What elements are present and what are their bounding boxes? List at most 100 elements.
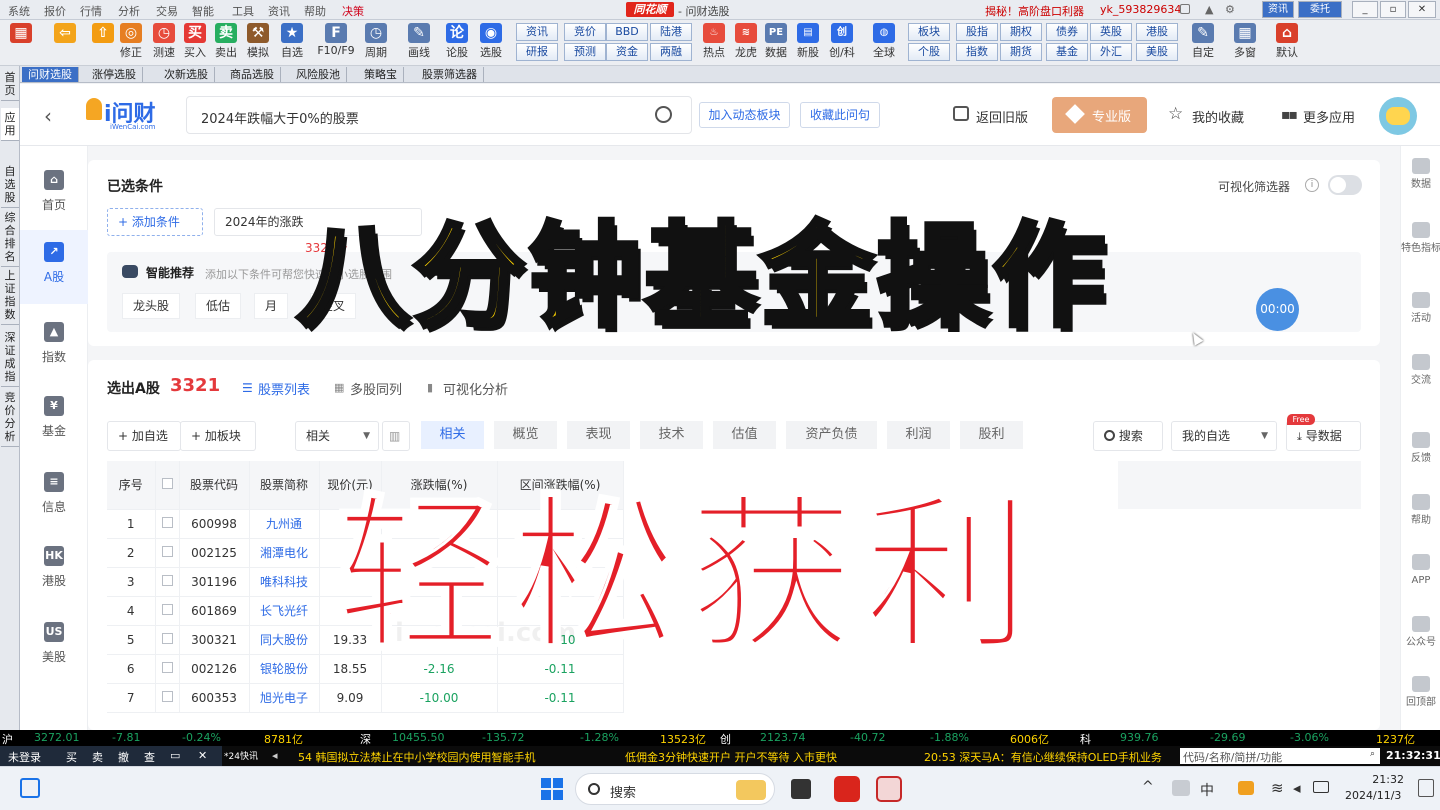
quick-button[interactable]: BBD xyxy=(606,23,648,41)
task-view-icon[interactable] xyxy=(791,779,811,799)
recommend-chip[interactable]: 低估 xyxy=(195,293,242,319)
module-tab[interactable]: 风险股池 xyxy=(290,67,347,82)
select-all-checkbox[interactable] xyxy=(161,477,173,489)
user-name[interactable]: yk_593829634 xyxy=(1100,3,1181,16)
toolbar-tool[interactable]: ✎ 自定 xyxy=(1186,22,1220,64)
add-condition-button[interactable]: + 添加条件 xyxy=(107,208,203,236)
stock-name-link[interactable]: 同大股份 xyxy=(249,625,320,655)
side-nav-港股[interactable]: HK 港股 xyxy=(20,546,88,589)
toolbar-tool[interactable]: 创创/科 xyxy=(826,22,858,64)
settings-icon[interactable]: ⚙ xyxy=(1225,3,1235,16)
window-icon[interactable]: ▭ xyxy=(170,749,180,762)
quick-button[interactable]: 英股 xyxy=(1090,23,1132,41)
widgets-icon[interactable] xyxy=(20,778,40,798)
recommend-chip[interactable]: 月 xyxy=(254,293,289,319)
avatar[interactable] xyxy=(1379,97,1417,135)
quick-button[interactable]: 竞价 xyxy=(564,23,606,41)
pro-version-button[interactable]: 专业版 xyxy=(1052,97,1147,133)
toolbar-tool[interactable]: ✎ 画线 xyxy=(404,22,434,64)
toolbar-tool[interactable]: ▤ 新股 xyxy=(792,22,824,64)
column-header[interactable] xyxy=(155,461,180,510)
more-apps-link[interactable]: 更多应用 xyxy=(1303,107,1355,126)
toolbar-tool[interactable]: ♨ 热点 xyxy=(698,22,730,64)
code-input[interactable]: 代码/名称/简拼/功能 xyxy=(1180,748,1380,764)
sell-link[interactable]: 卖 xyxy=(92,749,103,765)
save-query-button[interactable]: 收藏此问句 xyxy=(800,102,880,128)
quick-button[interactable]: 债券 xyxy=(1046,23,1088,41)
quick-button[interactable]: 期权 xyxy=(1000,23,1042,41)
row-checkbox[interactable] xyxy=(161,632,173,644)
quick-button[interactable]: 资讯 xyxy=(516,23,558,41)
vertical-tab[interactable]: 上证指数 xyxy=(1,266,19,325)
taskbar-date[interactable]: 2024/11/3 xyxy=(1345,789,1401,802)
toolbar-tool[interactable]: ⌂ 默认 xyxy=(1270,22,1304,64)
quick-button[interactable]: 预测 xyxy=(564,43,606,61)
visual-filter-toggle[interactable] xyxy=(1328,175,1362,195)
module-tab[interactable]: 策略宝 xyxy=(358,67,404,82)
module-tab[interactable]: 涨停选股 xyxy=(86,67,143,82)
row-checkbox[interactable] xyxy=(161,545,173,557)
quick-button[interactable]: 期货 xyxy=(1000,43,1042,61)
stock-name-link[interactable]: 旭光电子 xyxy=(249,683,320,713)
toolbar-tool[interactable]: 买买入 xyxy=(180,22,210,64)
menu-item[interactable]: 行情 xyxy=(80,3,102,19)
quick-button[interactable]: 资金 xyxy=(606,43,648,61)
toolbar-tool[interactable]: ◷ 周期 xyxy=(361,22,391,64)
buy-link[interactable]: 买 xyxy=(66,749,77,765)
wifi-icon[interactable]: ≋ xyxy=(1271,779,1284,797)
view-list-tab[interactable]: 股票列表 xyxy=(258,379,310,398)
toolbar-tool[interactable]: ≋ 龙虎 xyxy=(730,22,762,64)
right-rail-item[interactable]: 交流 xyxy=(1401,354,1440,387)
toolbar-tool[interactable]: ⇦ xyxy=(50,22,80,64)
row-checkbox[interactable] xyxy=(161,516,173,528)
vertical-tab[interactable]: 竞价分析 xyxy=(1,388,19,447)
module-tab[interactable]: 问财选股 xyxy=(22,67,79,82)
right-rail-item[interactable]: 反馈 xyxy=(1401,432,1440,465)
close-button[interactable]: ✕ xyxy=(1408,1,1436,18)
restore-button[interactable]: ▫ xyxy=(1380,1,1406,18)
news-item[interactable]: 54 韩国拟立法禁止在中小学校园内使用智能手机 xyxy=(298,749,536,765)
right-rail-item[interactable]: 特色指标 xyxy=(1401,222,1440,255)
ime-indicator[interactable]: 中 xyxy=(1200,780,1214,800)
quick-button[interactable]: 个股 xyxy=(908,43,950,61)
menu-item[interactable]: 资讯 xyxy=(268,3,290,19)
menu-item[interactable]: 分析 xyxy=(118,3,140,19)
tray-app-icon[interactable] xyxy=(1238,781,1254,795)
stock-name-link[interactable]: 湘潭电化 xyxy=(249,538,320,568)
toolbar-tool[interactable]: ★ 自选 xyxy=(277,22,307,64)
toolbar-tool[interactable]: ▦ 多窗 xyxy=(1228,22,1262,64)
row-checkbox[interactable] xyxy=(161,574,173,586)
toolbar-tool[interactable]: ⇧ xyxy=(88,22,118,64)
side-nav-A股[interactable]: ↗ A股 xyxy=(20,230,88,304)
toolbar-tool[interactable]: PE 数据 xyxy=(760,22,792,64)
vertical-tab[interactable]: 综合排名 xyxy=(1,208,19,267)
taskbar-search[interactable]: 搜索 xyxy=(575,773,775,805)
query-box[interactable]: 2024年跌幅大于0%的股票 xyxy=(186,96,692,134)
row-checkbox[interactable] xyxy=(161,690,173,702)
info-icon[interactable]: i xyxy=(1305,178,1319,192)
stock-name-link[interactable]: 银轮股份 xyxy=(249,654,320,684)
toolbar-tool[interactable]: ◎ 修正 xyxy=(116,22,146,64)
query-link[interactable]: 查 xyxy=(144,749,155,765)
toolbar-tool[interactable]: ◉ 选股 xyxy=(476,22,506,64)
battery-icon[interactable] xyxy=(1313,781,1329,793)
view-multi-tab[interactable]: 多股同列 xyxy=(350,379,402,398)
right-rail-item[interactable]: 活动 xyxy=(1401,292,1440,325)
menu-item[interactable]: 报价 xyxy=(44,3,66,19)
menu-item[interactable]: 决策 xyxy=(342,3,364,19)
export-button[interactable]: ⤓ 导数据 xyxy=(1286,421,1361,451)
speaker-icon[interactable]: ◂ xyxy=(1293,779,1301,797)
quick-button[interactable]: 美股 xyxy=(1136,43,1178,61)
speaker-icon[interactable]: ◂ xyxy=(272,749,278,762)
news-button[interactable]: 资讯 xyxy=(1262,1,1294,18)
row-checkbox[interactable] xyxy=(161,661,173,673)
add-watchlist-button[interactable]: + 加自选 xyxy=(107,421,181,451)
stock-name-link[interactable]: 九州通 xyxy=(249,509,320,539)
tonghuashun-app-icon[interactable] xyxy=(834,776,860,802)
trade-button[interactable]: 委托 xyxy=(1298,1,1342,18)
toolbar-tool[interactable]: F F10/F9 xyxy=(314,22,358,64)
search-button[interactable]: 搜索 xyxy=(1093,421,1163,451)
toolbar-tool[interactable]: ◍ 全球 xyxy=(868,22,900,64)
add-block-button[interactable]: + 加板块 xyxy=(180,421,256,451)
column-header[interactable]: 股票简称 xyxy=(249,461,320,510)
